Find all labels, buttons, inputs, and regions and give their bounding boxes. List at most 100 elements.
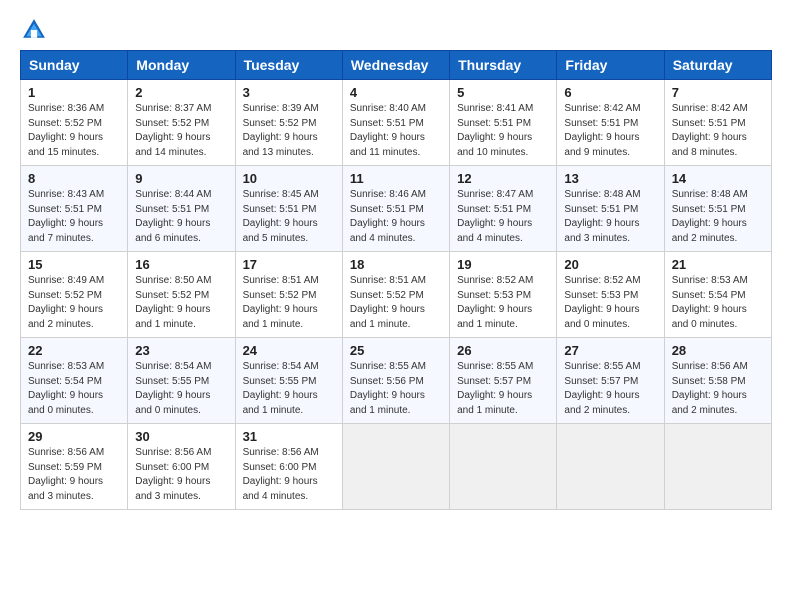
day-number: 8 [28, 171, 120, 186]
day-number: 14 [672, 171, 764, 186]
day-number: 5 [457, 85, 549, 100]
day-number: 19 [457, 257, 549, 272]
day-cell-25: 25Sunrise: 8:55 AMSunset: 5:56 PMDayligh… [342, 338, 449, 424]
day-number: 13 [564, 171, 656, 186]
logo-icon [20, 16, 48, 44]
week-row-4: 22 Sunrise: 8:53 AMSunset: 5:54 PMDayligh… [21, 338, 772, 424]
day-number: 2 [135, 85, 227, 100]
day-info: Sunrise: 8:39 AMSunset: 5:52 PMDaylight:… [243, 102, 335, 160]
day-cell-17: 17 Sunrise: 8:51 AMSunset: 5:52 PMDayligh… [235, 252, 342, 338]
day-info: Sunrise: 8:55 AMSunset: 5:57 PMDaylight:… [457, 360, 549, 418]
day-number: 27 [564, 343, 656, 358]
day-cell-4: 4 Sunrise: 8:40 AMSunset: 5:51 PMDaylight… [342, 80, 449, 166]
day-number: 3 [243, 85, 335, 100]
day-cell-20: 20Sunrise: 8:52 AMSunset: 5:53 PMDayligh… [557, 252, 664, 338]
day-number: 23 [135, 343, 227, 358]
day-cell-9: 9 Sunrise: 8:44 AMSunset: 5:51 PMDaylight… [128, 166, 235, 252]
day-info: Sunrise: 8:53 AMSunset: 5:54 PMDaylight:… [672, 274, 764, 332]
day-cell-2: 2 Sunrise: 8:37 AMSunset: 5:52 PMDaylight… [128, 80, 235, 166]
day-number: 10 [243, 171, 335, 186]
day-cell-11: 11Sunrise: 8:46 AMSunset: 5:51 PMDayligh… [342, 166, 449, 252]
day-cell-5: 5 Sunrise: 8:41 AMSunset: 5:51 PMDaylight… [450, 80, 557, 166]
day-info: Sunrise: 8:41 AMSunset: 5:51 PMDaylight:… [457, 102, 549, 160]
day-number: 21 [672, 257, 764, 272]
day-cell-19: 19 Sunrise: 8:52 AMSunset: 5:53 PMDayligh… [450, 252, 557, 338]
week-row-2: 8Sunrise: 8:43 AMSunset: 5:51 PMDaylight… [21, 166, 772, 252]
day-cell-21: 21 Sunrise: 8:53 AMSunset: 5:54 PMDayligh… [664, 252, 771, 338]
week-row-5: 29 Sunrise: 8:56 AMSunset: 5:59 PMDayligh… [21, 424, 772, 510]
day-info: Sunrise: 8:48 AMSunset: 5:51 PMDaylight:… [672, 188, 764, 246]
day-cell-27: 27 Sunrise: 8:55 AMSunset: 5:57 PMDayligh… [557, 338, 664, 424]
day-number: 7 [672, 85, 764, 100]
weekday-header-saturday: Saturday [664, 51, 771, 80]
day-info: Sunrise: 8:40 AMSunset: 5:51 PMDaylight:… [350, 102, 442, 160]
day-number: 15 [28, 257, 120, 272]
day-info: Sunrise: 8:51 AMSunset: 5:52 PMDaylight:… [350, 274, 442, 332]
day-info: Sunrise: 8:54 AMSunset: 5:55 PMDaylight:… [243, 360, 335, 418]
day-info: Sunrise: 8:56 AMSunset: 5:59 PMDaylight:… [28, 446, 120, 504]
day-info: Sunrise: 8:54 AMSunset: 5:55 PMDaylight:… [135, 360, 227, 418]
day-cell-6: 6 Sunrise: 8:42 AMSunset: 5:51 PMDaylight… [557, 80, 664, 166]
day-cell-22: 22 Sunrise: 8:53 AMSunset: 5:54 PMDayligh… [21, 338, 128, 424]
weekday-header-sunday: Sunday [21, 51, 128, 80]
day-number: 29 [28, 429, 120, 444]
day-number: 31 [243, 429, 335, 444]
day-cell-29: 29 Sunrise: 8:56 AMSunset: 5:59 PMDayligh… [21, 424, 128, 510]
day-number: 11 [350, 171, 442, 186]
weekday-header-tuesday: Tuesday [235, 51, 342, 80]
day-number: 25 [350, 343, 442, 358]
weekday-header-friday: Friday [557, 51, 664, 80]
weekday-header-thursday: Thursday [450, 51, 557, 80]
day-info: Sunrise: 8:45 AMSunset: 5:51 PMDaylight:… [243, 188, 335, 246]
day-number: 24 [243, 343, 335, 358]
header [20, 16, 772, 44]
day-cell-26: 26 Sunrise: 8:55 AMSunset: 5:57 PMDayligh… [450, 338, 557, 424]
day-number: 22 [28, 343, 120, 358]
day-info: Sunrise: 8:56 AMSunset: 5:58 PMDaylight:… [672, 360, 764, 418]
day-cell-7: 7 Sunrise: 8:42 AMSunset: 5:51 PMDaylight… [664, 80, 771, 166]
day-number: 17 [243, 257, 335, 272]
day-cell-10: 10 Sunrise: 8:45 AMSunset: 5:51 PMDayligh… [235, 166, 342, 252]
day-info: Sunrise: 8:51 AMSunset: 5:52 PMDaylight:… [243, 274, 335, 332]
day-number: 9 [135, 171, 227, 186]
empty-cell [557, 424, 664, 510]
day-cell-28: 28Sunrise: 8:56 AMSunset: 5:58 PMDayligh… [664, 338, 771, 424]
calendar-table: SundayMondayTuesdayWednesdayThursdayFrid… [20, 50, 772, 510]
day-info: Sunrise: 8:48 AMSunset: 5:51 PMDaylight:… [564, 188, 656, 246]
day-info: Sunrise: 8:37 AMSunset: 5:52 PMDaylight:… [135, 102, 227, 160]
day-cell-31: 31 Sunrise: 8:56 AMSunset: 6:00 PMDayligh… [235, 424, 342, 510]
day-number: 18 [350, 257, 442, 272]
day-info: Sunrise: 8:56 AMSunset: 6:00 PMDaylight:… [243, 446, 335, 504]
day-number: 20 [564, 257, 656, 272]
page: SundayMondayTuesdayWednesdayThursdayFrid… [0, 0, 792, 520]
day-cell-1: 1Sunrise: 8:36 AMSunset: 5:52 PMDaylight… [21, 80, 128, 166]
week-row-3: 15 Sunrise: 8:49 AMSunset: 5:52 PMDayligh… [21, 252, 772, 338]
day-cell-14: 14 Sunrise: 8:48 AMSunset: 5:51 PMDayligh… [664, 166, 771, 252]
day-info: Sunrise: 8:44 AMSunset: 5:51 PMDaylight:… [135, 188, 227, 246]
day-info: Sunrise: 8:47 AMSunset: 5:51 PMDaylight:… [457, 188, 549, 246]
day-info: Sunrise: 8:49 AMSunset: 5:52 PMDaylight:… [28, 274, 120, 332]
day-number: 26 [457, 343, 549, 358]
weekday-header-wednesday: Wednesday [342, 51, 449, 80]
empty-cell [450, 424, 557, 510]
day-cell-3: 3 Sunrise: 8:39 AMSunset: 5:52 PMDaylight… [235, 80, 342, 166]
day-number: 6 [564, 85, 656, 100]
day-number: 12 [457, 171, 549, 186]
day-cell-30: 30Sunrise: 8:56 AMSunset: 6:00 PMDayligh… [128, 424, 235, 510]
day-info: Sunrise: 8:36 AMSunset: 5:52 PMDaylight:… [28, 102, 120, 160]
day-info: Sunrise: 8:50 AMSunset: 5:52 PMDaylight:… [135, 274, 227, 332]
day-cell-15: 15 Sunrise: 8:49 AMSunset: 5:52 PMDayligh… [21, 252, 128, 338]
day-cell-8: 8Sunrise: 8:43 AMSunset: 5:51 PMDaylight… [21, 166, 128, 252]
day-info: Sunrise: 8:53 AMSunset: 5:54 PMDaylight:… [28, 360, 120, 418]
day-cell-24: 24 Sunrise: 8:54 AMSunset: 5:55 PMDayligh… [235, 338, 342, 424]
day-cell-18: 18 Sunrise: 8:51 AMSunset: 5:52 PMDayligh… [342, 252, 449, 338]
day-info: Sunrise: 8:55 AMSunset: 5:57 PMDaylight:… [564, 360, 656, 418]
week-row-1: 1Sunrise: 8:36 AMSunset: 5:52 PMDaylight… [21, 80, 772, 166]
day-number: 4 [350, 85, 442, 100]
day-cell-23: 23 Sunrise: 8:54 AMSunset: 5:55 PMDayligh… [128, 338, 235, 424]
day-number: 16 [135, 257, 227, 272]
day-info: Sunrise: 8:52 AMSunset: 5:53 PMDaylight:… [457, 274, 549, 332]
day-info: Sunrise: 8:42 AMSunset: 5:51 PMDaylight:… [564, 102, 656, 160]
day-cell-13: 13 Sunrise: 8:48 AMSunset: 5:51 PMDayligh… [557, 166, 664, 252]
day-info: Sunrise: 8:42 AMSunset: 5:51 PMDaylight:… [672, 102, 764, 160]
